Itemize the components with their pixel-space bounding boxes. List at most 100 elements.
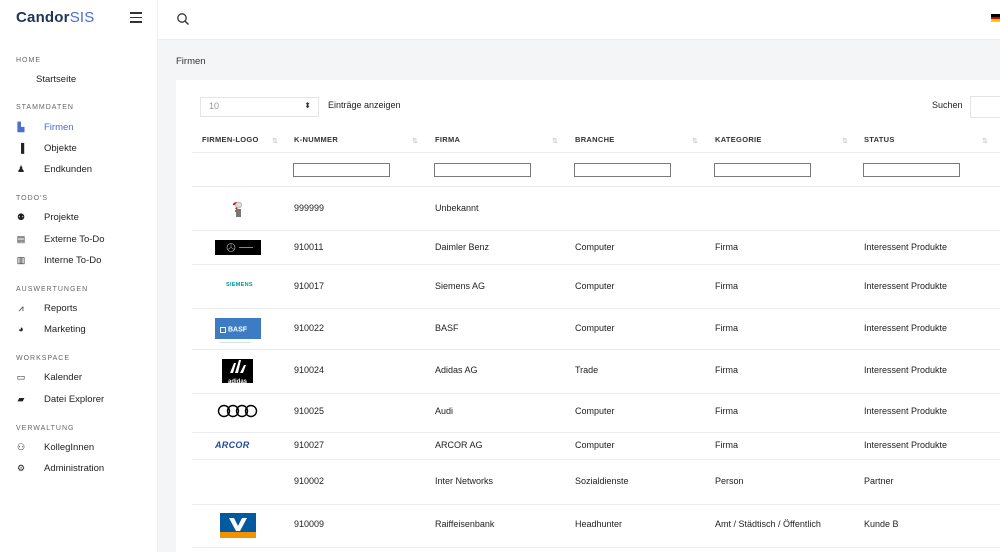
cell-status: Partner [864,476,894,486]
breadcrumb: Firmen [176,56,206,67]
section-home: HOME [16,57,41,64]
divider [192,152,1000,153]
header-status[interactable]: STATUS [864,135,895,144]
cogs-icon: ⚙ [16,462,26,473]
table-search-input[interactable] [970,96,1000,118]
search-label: Suchen [932,100,963,110]
cell-status: Interessent Produkte [864,242,948,252]
cell-status: Interessent Produkte [864,440,948,450]
cell-status: Interessent Produkte [864,365,948,375]
entries-label: Einträge anzeigen [328,100,401,110]
sort-icon[interactable]: ⇅ [842,137,848,145]
header-firma[interactable]: FIRMA [435,135,460,144]
cell-branche: Sozialdienste [575,476,629,486]
menu-toggle-icon[interactable] [130,12,142,23]
cell-k-nummer: 910024 [294,365,325,375]
person-icon: ♟ [16,163,26,174]
cell-branche: Computer [575,281,615,291]
row-divider [192,432,1000,433]
line-chart-icon: ⩘ [18,302,24,313]
cell-firma[interactable]: Siemens AG [435,281,485,291]
sidebar-item-startseite[interactable]: Startseite [36,70,176,88]
row-divider [192,459,1000,460]
list-icon: ▥ [16,254,26,265]
sidebar-item-externe-todo[interactable]: ▤ Externe To-Do [14,230,154,248]
sort-icon[interactable]: ⇅ [982,137,988,145]
sidebar-item-marketing[interactable]: ◕ Marketing [14,320,154,338]
sidebar-item-objekte[interactable]: ▐ Objekte [14,139,154,157]
cell-k-nummer: 910009 [294,519,325,529]
cell-firma[interactable]: ARCOR AG [435,440,483,450]
app-logo[interactable]: CandorSIS [16,9,94,26]
cell-firma[interactable]: BASF [435,323,459,333]
row-divider [192,230,1000,231]
cell-firma[interactable]: Inter Networks [435,476,493,486]
filter-kategorie[interactable] [714,163,811,177]
pie-chart-icon: ◕ [18,324,24,334]
cell-firma[interactable]: Raiffeisenbank [435,519,494,529]
search-icon[interactable] [176,12,190,26]
calendar-icon: ▭ [16,371,26,382]
sidebar-item-projekte[interactable]: ⚉ Projekte [14,208,154,226]
cell-kategorie: Firma [715,440,738,450]
sidebar-item-firmen[interactable]: ▙ Firmen [14,118,154,136]
audi-logo [217,404,259,418]
cell-k-nummer: 910022 [294,323,325,333]
sidebar-item-datei-explorer[interactable]: ▰ Datei Explorer [14,390,154,408]
cell-branche: Computer [575,323,615,333]
language-flag-icon[interactable] [991,14,1000,22]
cell-k-nummer: 910017 [294,281,325,291]
section-auswertungen: AUSWERTUNGEN [16,286,89,293]
row-divider [192,547,1000,548]
cell-kategorie: Firma [715,406,738,416]
cell-branche: Headhunter [575,519,623,529]
cell-k-nummer: 910027 [294,440,325,450]
building-icon: ▐ [17,143,25,153]
header-k-nummer[interactable]: K-NUMMER [294,135,338,144]
cell-branche: Trade [575,365,599,375]
users-icon: ⚇ [16,441,26,452]
sidebar-item-interne-todo[interactable]: ▥ Interne To-Do [14,251,154,269]
filter-k-nummer[interactable] [293,163,390,177]
sidebar-item-administration[interactable]: ⚙ Administration [14,459,154,477]
cell-status: Interessent Produkte [864,406,948,416]
sidebar-item-kolleginnen[interactable]: ⚇ KollegInnen [14,438,154,456]
raiffeisen-logo [220,513,256,538]
siemens-logo: SIEMENS [226,282,253,288]
list-icon: ▤ [16,233,26,244]
section-todos: TODO'S [16,195,49,202]
cell-kategorie: Firma [715,281,738,291]
entries-select[interactable]: 10 ⬍ [200,97,319,117]
cell-firma[interactable]: Adidas AG [435,365,478,375]
sidebar-item-kalender[interactable]: ▭ Kalender [14,368,154,386]
row-divider [192,349,1000,350]
sort-icon[interactable]: ⇅ [692,137,698,145]
sort-icon[interactable]: ⇅ [272,137,278,145]
section-workspace: WORKSPACE [16,355,70,362]
filter-branche[interactable] [574,163,671,177]
cell-firma[interactable]: Daimler Benz [435,242,489,252]
select-arrows-icon: ⬍ [304,101,311,110]
companies-card: 10 ⬍ Einträge anzeigen Suchen FIRMEN-LOGO… [176,80,1000,552]
header-branche[interactable]: BRANCHE [575,135,615,144]
row-divider [192,264,1000,265]
cell-firma[interactable]: Unbekannt [435,203,479,213]
cell-firma[interactable]: Audi [435,406,453,416]
sort-icon[interactable]: ⇅ [552,137,558,145]
adidas-logo: adidas [222,359,253,385]
section-stammdaten: STAMMDATEN [16,104,74,111]
cell-kategorie: Person [715,476,744,486]
header-firmen-logo[interactable]: FIRMEN-LOGO [202,135,259,144]
sort-icon[interactable]: ⇅ [412,137,418,145]
unbekannt-logo: ? [230,197,246,219]
cell-kategorie: Firma [715,242,738,252]
filter-firma[interactable] [434,163,531,177]
cell-kategorie: Firma [715,323,738,333]
arcor-logo: ARCOR [215,440,250,450]
cell-status: Kunde B [864,519,899,529]
sidebar-item-reports[interactable]: ⩘ Reports [14,299,154,317]
sidebar-item-endkunden[interactable]: ♟ Endkunden [14,160,154,178]
filter-status[interactable] [863,163,960,177]
header-kategorie[interactable]: KATEGORIE [715,135,762,144]
cell-branche: Computer [575,242,615,252]
